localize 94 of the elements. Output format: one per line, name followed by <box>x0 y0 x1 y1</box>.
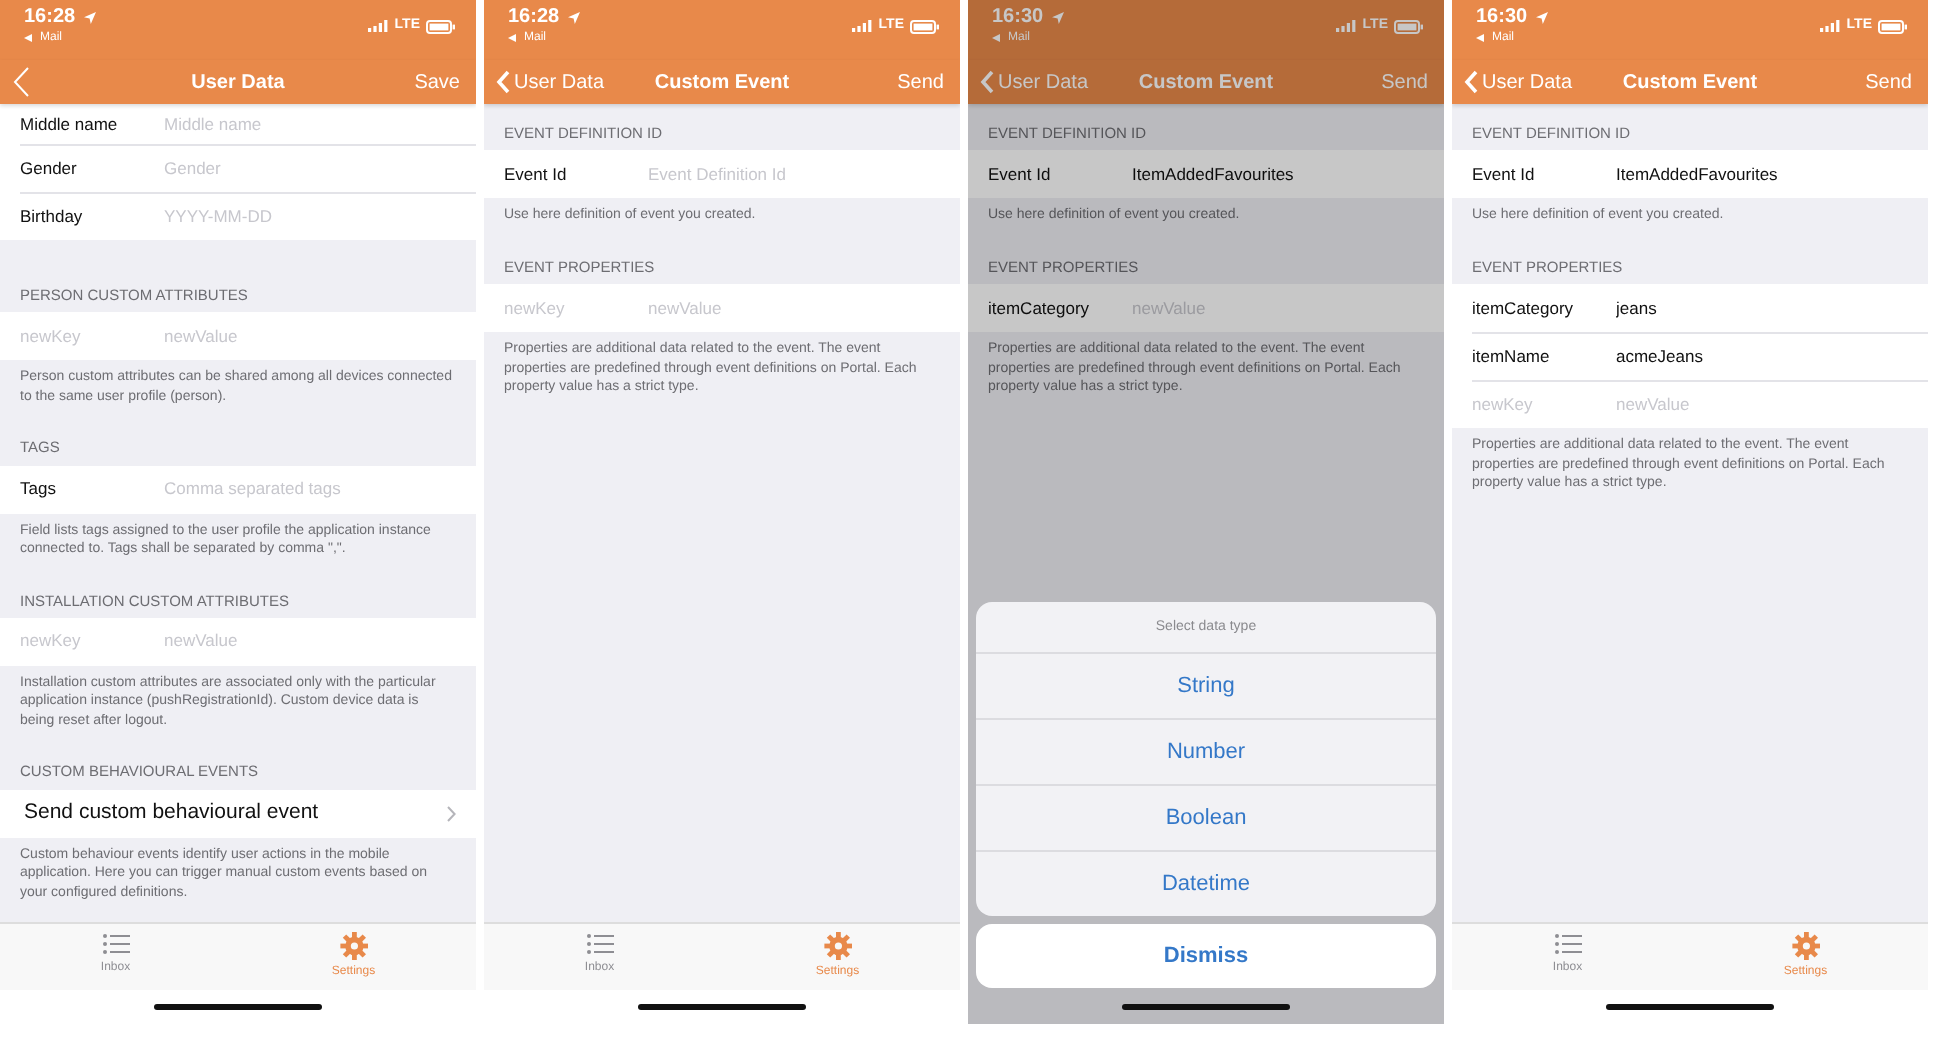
back-triangle-icon <box>992 34 1000 42</box>
field-label: Tags <box>20 476 58 502</box>
form-row[interactable]: itemName acmeJeans <box>1452 332 1928 380</box>
value-field[interactable]: acmeJeans <box>1616 344 1836 370</box>
value-field[interactable]: newValue <box>164 323 384 350</box>
status-time: 16:28 <box>508 6 560 30</box>
battery-icon <box>1878 19 1908 33</box>
back-triangle-icon <box>1476 34 1484 42</box>
list-icon <box>585 932 614 956</box>
form-row[interactable]: Tags Comma separated tags <box>0 465 476 513</box>
form-row[interactable]: newKey newValue <box>1452 380 1928 428</box>
form-row[interactable]: Middle name Middle name <box>0 104 476 144</box>
back-button[interactable] <box>12 66 30 98</box>
form-row[interactable]: newKey newValue <box>0 617 476 666</box>
status-time: 16:30 <box>1476 6 1528 30</box>
form-row[interactable]: Gender Gender <box>0 144 476 192</box>
sheet-option[interactable]: Number <box>976 718 1436 784</box>
gear-icon <box>1791 932 1820 960</box>
list-icon <box>101 932 130 956</box>
value-field[interactable]: Middle name <box>164 111 384 137</box>
form-row[interactable]: newKey newValue <box>0 312 476 361</box>
action-button[interactable]: Send <box>1865 67 1912 97</box>
chevron-left-icon <box>1464 70 1478 94</box>
action-button[interactable]: Save <box>414 67 460 97</box>
value-field[interactable]: YYYY-MM-DD <box>164 204 384 230</box>
field-label: Event Id <box>988 161 1053 188</box>
list-row-link[interactable]: Send custom behavioural event <box>0 789 476 837</box>
value-field[interactable]: Gender <box>164 156 384 182</box>
row-label: Send custom behavioural event <box>24 797 319 828</box>
gear-icon <box>823 932 852 960</box>
location-arrow-icon <box>567 12 580 24</box>
form-row[interactable]: itemCategory jeans <box>1452 284 1928 332</box>
field-label: Middle name <box>20 111 120 137</box>
value-field[interactable]: ItemAddedFavourites <box>1132 161 1352 188</box>
key-field[interactable]: itemCategory <box>1472 295 1616 321</box>
sheet-option[interactable]: String <box>976 652 1436 718</box>
status-time: 16:30 <box>992 6 1044 30</box>
list-icon <box>1553 932 1582 956</box>
field-label: Gender <box>20 156 79 182</box>
back-button[interactable]: User Data <box>1464 67 1573 97</box>
value-field[interactable]: newValue <box>1616 392 1836 418</box>
status-time: 16:28 <box>24 6 76 30</box>
action-button[interactable]: Send <box>897 67 944 97</box>
home-indicator[interactable] <box>154 1004 322 1010</box>
key-field[interactable]: newKey <box>20 323 164 350</box>
field-label: Birthday <box>20 204 85 230</box>
chevron-left-icon <box>496 70 510 94</box>
action-button[interactable]: Send <box>1381 67 1428 97</box>
key-field[interactable]: itemCategory <box>988 295 1132 321</box>
signal-icon <box>1820 20 1841 32</box>
location-arrow-icon <box>1535 12 1548 24</box>
back-triangle-icon <box>24 34 32 42</box>
key-field[interactable]: itemName <box>1472 344 1616 370</box>
home-indicator[interactable] <box>1606 1004 1774 1010</box>
back-button[interactable]: User Data <box>980 67 1089 97</box>
signal-icon <box>1336 20 1357 32</box>
gear-icon <box>339 932 368 960</box>
form-row[interactable]: Event Id Event Definition Id <box>484 150 960 199</box>
location-arrow-icon <box>1051 12 1064 24</box>
signal-icon <box>852 20 873 32</box>
dismiss-button[interactable]: Dismiss <box>976 924 1436 988</box>
value-field[interactable]: jeans <box>1616 295 1836 321</box>
sheet-option[interactable]: Boolean <box>976 784 1436 850</box>
battery-icon <box>426 19 456 33</box>
battery-icon <box>910 19 940 33</box>
battery-icon <box>1394 19 1424 33</box>
chevron-left-icon <box>12 66 30 98</box>
screen-title: Custom Event <box>1622 69 1758 97</box>
chevron-right-icon <box>446 805 456 821</box>
value-field[interactable]: newValue <box>648 295 868 321</box>
form-row[interactable]: Event Id ItemAddedFavourites <box>1452 150 1928 199</box>
form-row[interactable]: Event Id ItemAddedFavourites <box>968 150 1444 199</box>
screen-title: Custom Event <box>1138 69 1274 97</box>
home-indicator[interactable] <box>1122 1004 1290 1010</box>
sheet-option[interactable]: Datetime <box>976 850 1436 916</box>
key-field[interactable]: newKey <box>20 628 164 655</box>
signal-icon <box>368 20 389 32</box>
value-field[interactable]: newValue <box>164 628 384 655</box>
value-field[interactable]: Event Definition Id <box>648 161 868 188</box>
chevron-left-icon <box>980 70 994 94</box>
form-row[interactable]: Birthday YYYY-MM-DD <box>0 192 476 240</box>
home-indicator[interactable] <box>638 1004 806 1010</box>
screen-title: Custom Event <box>654 69 790 97</box>
back-triangle-icon <box>508 34 516 42</box>
back-button[interactable]: User Data <box>496 67 605 97</box>
key-field[interactable]: newKey <box>504 295 648 321</box>
field-label: Event Id <box>1472 161 1537 188</box>
value-field[interactable]: Comma separated tags <box>164 476 384 502</box>
field-label: Event Id <box>504 161 569 188</box>
screen-title: User Data <box>191 69 285 97</box>
key-field[interactable]: newKey <box>1472 392 1616 418</box>
value-field[interactable]: ItemAddedFavourites <box>1616 161 1836 188</box>
location-arrow-icon <box>83 12 96 24</box>
form-row[interactable]: newKey newValue <box>484 284 960 332</box>
